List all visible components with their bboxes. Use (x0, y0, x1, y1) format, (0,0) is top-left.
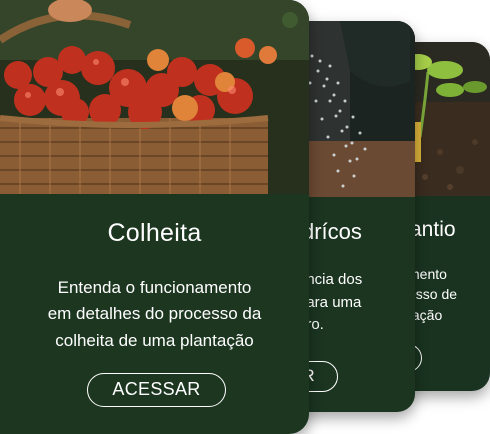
card-description: Entenda o funcionamento em detalhes do p… (47, 278, 262, 350)
tomato-basket-image (0, 0, 309, 194)
card-title: antio (410, 218, 456, 241)
card-title: Colheita (107, 219, 202, 247)
card-title: drícos (302, 219, 362, 244)
card-colheita[interactable]: Colheita Entenda o funcionamento em deta… (0, 0, 309, 434)
card-description: ância dos para uma gro. (298, 271, 363, 333)
card-description: mento esso de tação (408, 266, 458, 323)
access-button[interactable]: ACESSAR (87, 373, 226, 407)
